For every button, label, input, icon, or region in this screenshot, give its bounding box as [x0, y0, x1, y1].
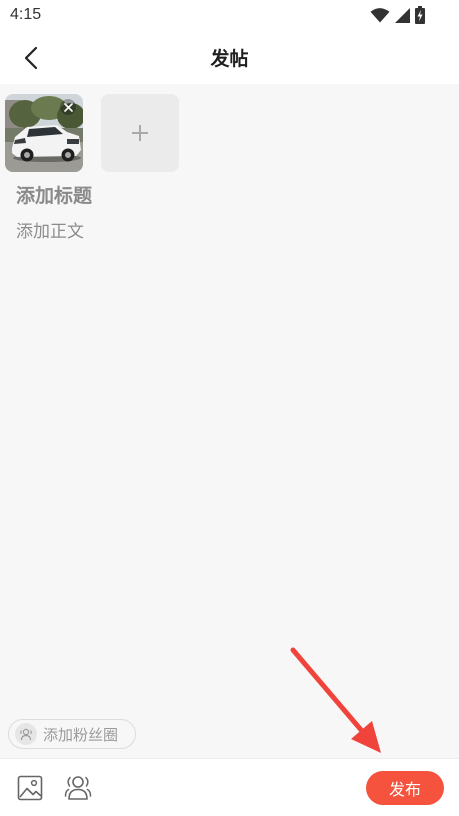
status-bar: 4:15 — [0, 0, 459, 32]
post-editor: 添加粉丝圈 — [0, 84, 459, 758]
insert-image-button[interactable] — [17, 775, 43, 801]
post-body-input[interactable] — [16, 218, 436, 246]
remove-image-button[interactable] — [60, 99, 76, 115]
status-time: 4:15 — [10, 6, 42, 23]
page-title: 发帖 — [210, 48, 249, 70]
add-fan-circle-button[interactable]: 添加粉丝圈 — [8, 719, 136, 749]
wifi-icon — [370, 7, 390, 23]
plus-icon — [132, 125, 148, 141]
status-icons — [370, 6, 425, 24]
add-image-button[interactable] — [101, 94, 179, 172]
post-title-input[interactable] — [16, 182, 436, 210]
group-icon — [64, 776, 92, 800]
fan-circle-button[interactable] — [64, 774, 92, 801]
publish-button[interactable]: 发布 — [366, 771, 444, 805]
header: 发帖 — [0, 32, 459, 84]
image-icon — [17, 775, 43, 801]
fan-circle-icon — [15, 723, 37, 745]
media-row — [5, 94, 179, 172]
fan-circle-label: 添加粉丝圈 — [43, 725, 119, 744]
close-icon — [63, 102, 73, 112]
image-thumbnail[interactable] — [5, 94, 83, 172]
bottom-toolbar: 发布 — [0, 758, 459, 816]
battery-icon — [415, 6, 425, 24]
signal-icon — [395, 7, 410, 23]
